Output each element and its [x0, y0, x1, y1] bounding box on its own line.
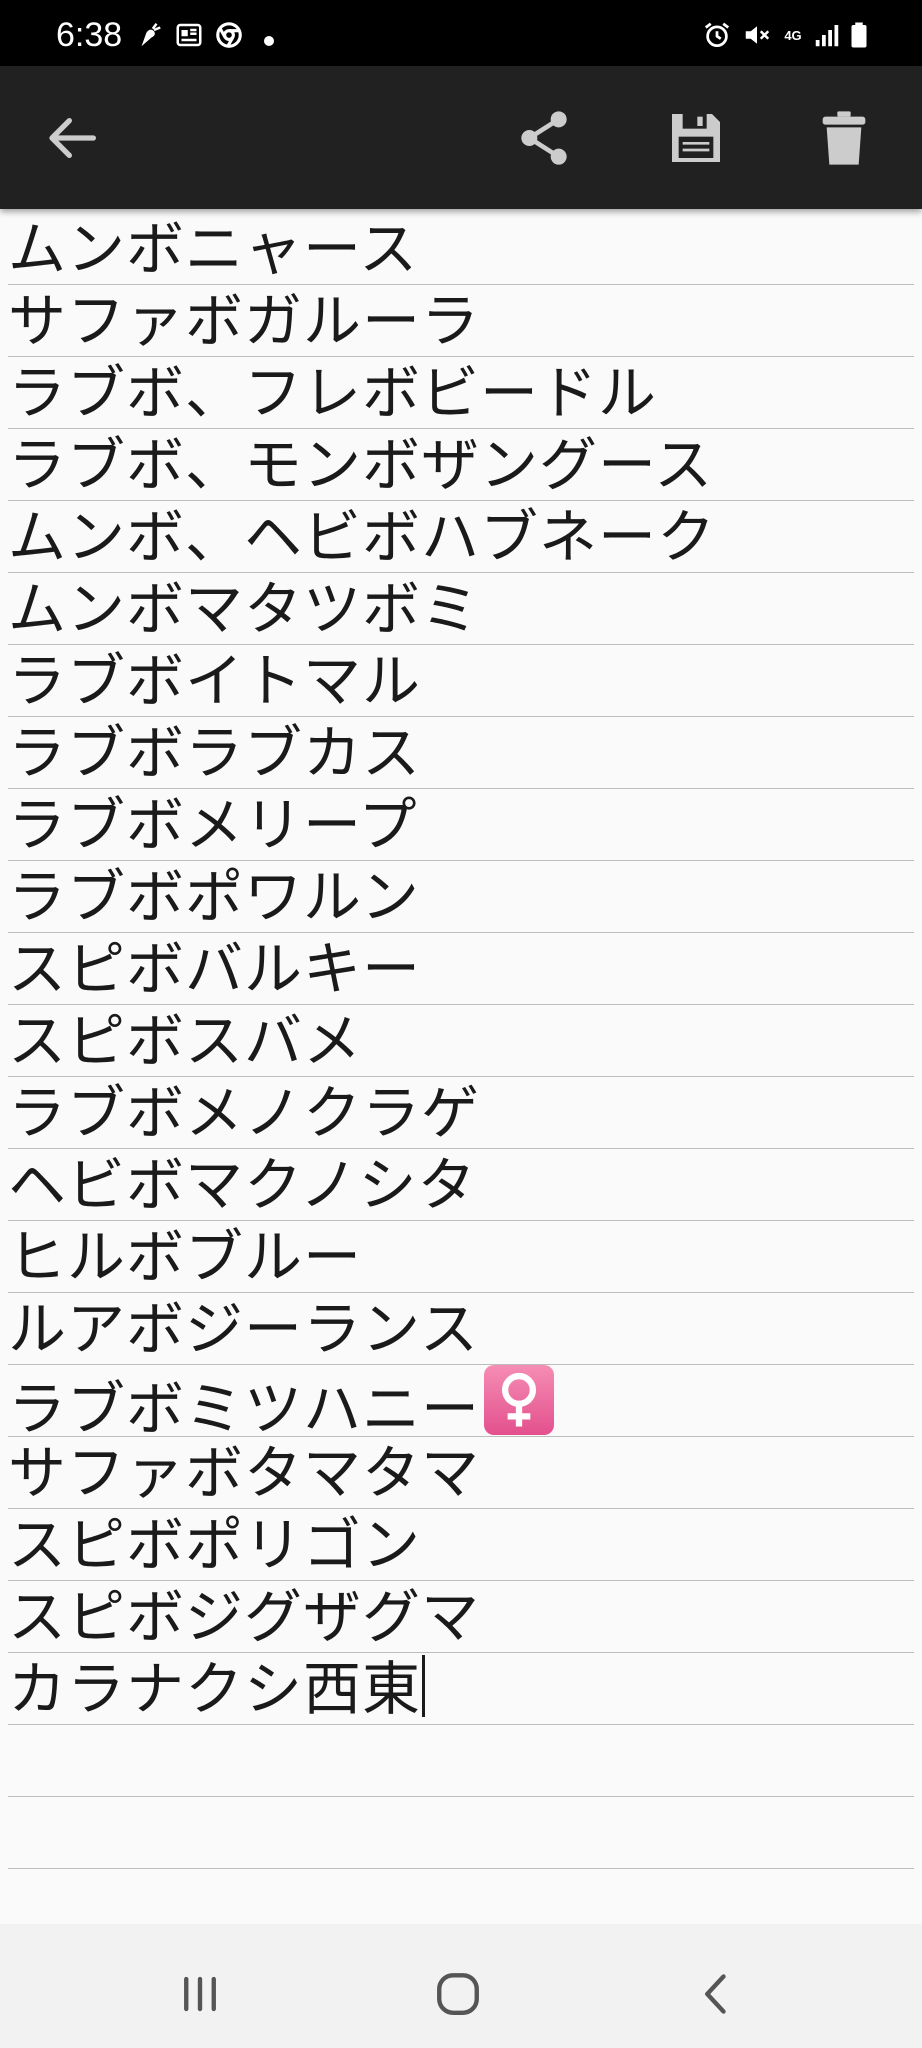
- alarm-icon: [700, 18, 734, 52]
- recents-icon: [184, 1976, 216, 2012]
- app-toolbar: [0, 66, 922, 209]
- note-line[interactable]: [8, 1725, 914, 1797]
- note-line[interactable]: ラブボラブカス: [8, 717, 914, 789]
- note-line[interactable]: ラブボミツハニー: [8, 1365, 914, 1437]
- note-line-text: スピボジグザグマ: [8, 1583, 481, 1651]
- nav-back-button[interactable]: [678, 1956, 754, 2032]
- note-lines[interactable]: ムンボニャース サファボガルーラ ラブボ、フレボビードル ラブボ、モンボザングース ムン…: [8, 213, 914, 1869]
- note-line-text: ラブボ、フレボビードル: [8, 359, 658, 427]
- note-line[interactable]: ラブボメノクラゲ: [8, 1077, 914, 1149]
- note-line-text: ムンボ、ヘビボハブネーク: [8, 503, 717, 571]
- system-navigation-bar: [0, 1924, 922, 2048]
- note-line[interactable]: ラブボメリープ: [8, 789, 914, 861]
- arrow-back-icon: [49, 118, 96, 158]
- note-line[interactable]: ラブボポワルン: [8, 861, 914, 933]
- note-line-text: ラブボメノクラゲ: [8, 1079, 481, 1147]
- note-editor-screen: 6:38 4G ムンボニャース サファボガルーラ ラブボ、フレボビードル ラブボ…: [0, 0, 922, 2048]
- note-line-text: カラナクシ西東: [8, 1655, 422, 1723]
- note-line-text: ムンボマタツボミ: [8, 575, 481, 643]
- recents-button[interactable]: [162, 1956, 238, 2032]
- home-icon: [437, 1973, 479, 2015]
- back-button[interactable]: [36, 102, 108, 174]
- note-line-text: ラブボメリープ: [8, 791, 418, 859]
- note-text-area[interactable]: ムンボニャース サファボガルーラ ラブボ、フレボビードル ラブボ、モンボザングース ムン…: [0, 209, 922, 1924]
- news-notification-icon: [172, 18, 206, 52]
- note-line[interactable]: ムンボニャース: [8, 213, 914, 285]
- trash-icon: [822, 111, 866, 165]
- female-sign-emoji-icon: [484, 1365, 555, 1435]
- note-line[interactable]: ヒルボブルー: [8, 1221, 914, 1293]
- note-line[interactable]: スピボスバメ: [8, 1005, 914, 1077]
- home-button[interactable]: [420, 1956, 496, 2032]
- floppy-disk-icon: [672, 114, 720, 162]
- note-line-text: ムンボニャース: [8, 215, 419, 283]
- note-line[interactable]: スピボジグザグマ: [8, 1581, 914, 1653]
- note-line-text: サファボタマタマ: [8, 1439, 481, 1507]
- note-line[interactable]: ムンボ、ヘビボハブネーク: [8, 501, 914, 573]
- note-line[interactable]: スピボポリゴン: [8, 1509, 914, 1581]
- note-line[interactable]: カラナクシ西東: [8, 1653, 914, 1725]
- share-icon: [521, 111, 567, 165]
- note-line-text: ラブボポワルン: [8, 863, 420, 931]
- save-button[interactable]: [660, 102, 732, 174]
- note-line[interactable]: ルアボジーランス: [8, 1293, 914, 1365]
- note-line[interactable]: ラブボ、フレボビードル: [8, 357, 914, 429]
- note-line[interactable]: サファボタマタマ: [8, 1437, 914, 1509]
- note-line-text: ルアボジーランス: [8, 1295, 479, 1363]
- note-line-text: ヘビボマクノシタ: [8, 1151, 477, 1219]
- note-line[interactable]: ラブボ、モンボザングース: [8, 429, 914, 501]
- status-time: 6:38: [56, 16, 123, 54]
- note-line-text: スピボスバメ: [8, 1007, 363, 1075]
- nav-back-icon: [705, 1974, 726, 2014]
- mute-icon: [740, 18, 774, 52]
- share-button[interactable]: [508, 102, 580, 174]
- note-line[interactable]: スピボバルキー: [8, 933, 914, 1005]
- note-line-text: ヒルボブルー: [8, 1223, 363, 1291]
- note-line-text: サファボガルーラ: [8, 287, 481, 355]
- chrome-notification-icon: [212, 18, 246, 52]
- battery-icon: [842, 18, 876, 52]
- note-line-text: ラブボミツハニー: [8, 1375, 481, 1437]
- status-bar: 6:38 4G: [0, 0, 922, 66]
- note-line-text: スピボポリゴン: [8, 1511, 422, 1579]
- note-line-text: ラブボ、モンボザングース: [8, 431, 714, 499]
- note-line-text: ラブボイトマル: [8, 647, 422, 715]
- carrot-notification-icon: [132, 18, 166, 52]
- note-line[interactable]: [8, 1797, 914, 1869]
- network-type-label: 4G: [784, 27, 802, 43]
- note-line-text: ラブボラブカス: [8, 719, 422, 787]
- note-line[interactable]: ラブボイトマル: [8, 645, 914, 717]
- signal-icon: [810, 18, 844, 52]
- text-cursor: [422, 1655, 426, 1717]
- more-notifications-dot: [264, 36, 274, 46]
- delete-button[interactable]: [808, 102, 880, 174]
- note-line[interactable]: ヘビボマクノシタ: [8, 1149, 914, 1221]
- note-line[interactable]: サファボガルーラ: [8, 285, 914, 357]
- 4g-data-icon: 4G: [776, 18, 810, 52]
- note-line-text: スピボバルキー: [8, 935, 422, 1003]
- note-line[interactable]: ムンボマタツボミ: [8, 573, 914, 645]
